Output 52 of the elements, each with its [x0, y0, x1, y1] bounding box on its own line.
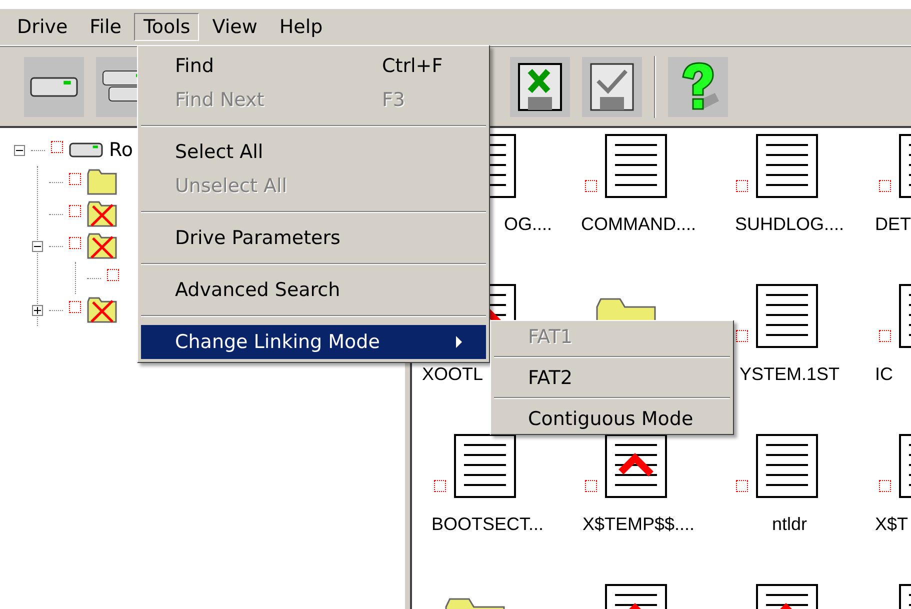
document-icon — [756, 434, 818, 498]
menu-item[interactable]: Help — [270, 13, 332, 41]
checkbox[interactable] — [879, 480, 891, 492]
checkbox[interactable] — [584, 180, 596, 192]
menu-option[interactable]: Advanced Search — [141, 273, 486, 307]
checkbox[interactable] — [434, 480, 446, 492]
menu-option[interactable]: FAT2 — [494, 363, 730, 392]
expander-icon[interactable] — [32, 240, 43, 252]
menu-option[interactable]: Find Ctrl+F — [141, 49, 486, 83]
tree-label[interactable]: Ro — [109, 139, 133, 161]
toolbar-button[interactable] — [510, 56, 570, 116]
file-name: BOOTSECT... — [431, 514, 544, 535]
expander-icon[interactable] — [14, 144, 25, 156]
toolbar-button[interactable] — [24, 56, 84, 116]
checkbox[interactable] — [736, 480, 748, 492]
file-name: OG.... — [504, 214, 553, 235]
menu-item[interactable]: Tools — [134, 13, 200, 41]
menu-option[interactable]: Select All — [141, 135, 486, 169]
floppy-x-icon — [518, 62, 562, 110]
checkbox[interactable] — [69, 205, 81, 217]
file-name: ntldr — [772, 514, 807, 535]
file-name: IC — [874, 364, 893, 385]
expander-icon[interactable] — [32, 304, 43, 316]
file-name: COMMAND.... — [581, 214, 696, 235]
checkbox[interactable] — [879, 180, 891, 192]
file-name: XOOTL — [421, 364, 484, 385]
document-icon — [604, 134, 666, 198]
checkbox[interactable] — [584, 480, 596, 492]
document-icon — [756, 134, 818, 198]
file-name: X$T — [874, 514, 908, 535]
menu-item[interactable]: View — [203, 13, 266, 41]
file-name: SUHDLOG.... — [734, 214, 844, 235]
toolbar-button[interactable] — [582, 56, 642, 116]
menu-option[interactable]: Drive Parameters — [141, 221, 486, 255]
menu-option[interactable]: Contiguous Mode — [494, 404, 730, 433]
checkbox[interactable] — [879, 330, 891, 342]
floppy-check-icon — [590, 62, 634, 110]
checkbox[interactable] — [736, 330, 748, 342]
checkbox[interactable] — [69, 237, 81, 249]
checkbox[interactable] — [736, 180, 748, 192]
checkbox[interactable] — [107, 269, 119, 281]
document-icon — [756, 284, 818, 348]
checkbox[interactable] — [69, 173, 81, 185]
file-name: YSTEM.1ST — [739, 364, 840, 385]
checkbox[interactable] — [51, 141, 63, 153]
menu-item[interactable]: Drive — [8, 13, 77, 41]
folder-icon — [87, 169, 117, 195]
file-name: DET — [874, 214, 911, 235]
checkbox[interactable] — [69, 301, 81, 313]
file-name: X$TEMP$$.... — [582, 514, 695, 535]
menu-option[interactable]: Change Linking Mode — [141, 325, 486, 359]
menu-item[interactable]: File — [80, 13, 130, 41]
